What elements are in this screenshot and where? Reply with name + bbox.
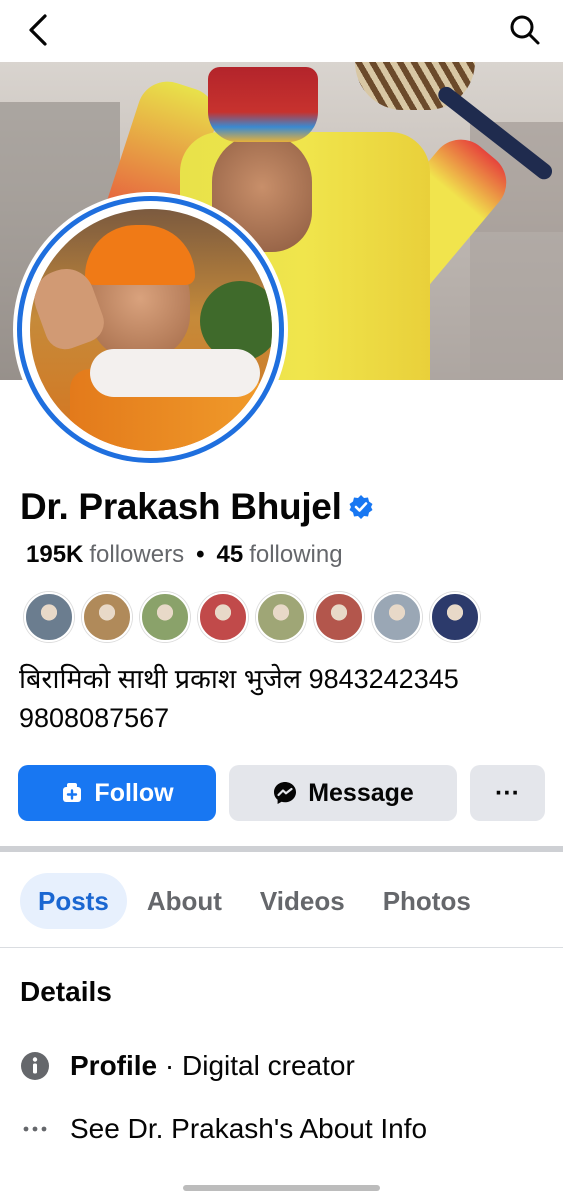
info-icon	[20, 1051, 50, 1081]
tabs-divider	[0, 947, 563, 948]
messenger-icon	[274, 782, 297, 804]
details-heading: Details	[20, 976, 112, 1007]
followers-label[interactable]: followers	[89, 541, 184, 569]
profile-name-row: Dr. Prakash Bhujel	[20, 486, 374, 528]
profile-tabs: Posts About Videos Photos	[20, 873, 489, 929]
profile-category: Digital creator	[182, 1050, 355, 1081]
more-options-button[interactable]: ···	[470, 765, 545, 821]
tab-videos[interactable]: Videos	[242, 873, 363, 929]
separator-dot: •	[196, 541, 205, 568]
avatar	[29, 208, 272, 451]
verified-badge-icon	[349, 495, 373, 519]
search-button[interactable]	[505, 10, 545, 50]
mutual-followers-list[interactable]	[24, 592, 480, 642]
tab-photos[interactable]: Photos	[365, 873, 489, 929]
about-info-label: See Dr. Prakash's About Info	[70, 1113, 428, 1144]
follower-avatar[interactable]	[430, 592, 480, 642]
more-options-icon: ···	[495, 778, 520, 807]
bio-line: 9808087567	[19, 703, 170, 733]
section-divider	[0, 846, 563, 852]
top-bar	[0, 0, 563, 62]
bio-line: बिरामिको साथी प्रकाश भुजेल 9843242345	[19, 664, 459, 694]
profile-label: Profile	[70, 1050, 158, 1081]
profile-actions: Follow Message ···	[18, 765, 545, 821]
follower-avatar[interactable]	[24, 592, 74, 642]
search-icon	[510, 15, 540, 45]
following-label[interactable]: following	[249, 541, 342, 569]
chevron-left-icon	[29, 14, 47, 46]
ellipsis-icon	[20, 1114, 50, 1144]
tab-posts[interactable]: Posts	[20, 873, 127, 929]
follow-label: Follow	[94, 778, 174, 807]
see-about-info-link[interactable]: See Dr. Prakash's About Info	[20, 1113, 427, 1145]
profile-separator: ·	[157, 1050, 183, 1081]
following-count[interactable]: 45	[216, 541, 243, 569]
tab-about[interactable]: About	[129, 873, 240, 929]
profile-bio: बिरामिको साथी प्रकाश भुजेल 9843242345 98…	[19, 660, 539, 738]
home-indicator[interactable]	[183, 1185, 380, 1191]
message-button[interactable]: Message	[229, 765, 457, 821]
follow-button[interactable]: Follow	[18, 765, 216, 821]
back-button[interactable]	[18, 10, 58, 50]
follower-avatar[interactable]	[140, 592, 190, 642]
profile-picture[interactable]	[13, 192, 288, 467]
follower-avatar[interactable]	[256, 592, 306, 642]
message-label: Message	[308, 778, 414, 807]
follower-avatar[interactable]	[372, 592, 422, 642]
follow-plus-icon	[63, 783, 82, 802]
detail-profile-category: Profile · Digital creator	[20, 1050, 355, 1082]
follower-avatar[interactable]	[314, 592, 364, 642]
follower-avatar[interactable]	[82, 592, 132, 642]
follow-stats: 195K followers • 45 following	[26, 541, 343, 569]
profile-name: Dr. Prakash Bhujel	[20, 486, 342, 527]
follower-avatar[interactable]	[198, 592, 248, 642]
followers-count[interactable]: 195K	[26, 541, 83, 569]
